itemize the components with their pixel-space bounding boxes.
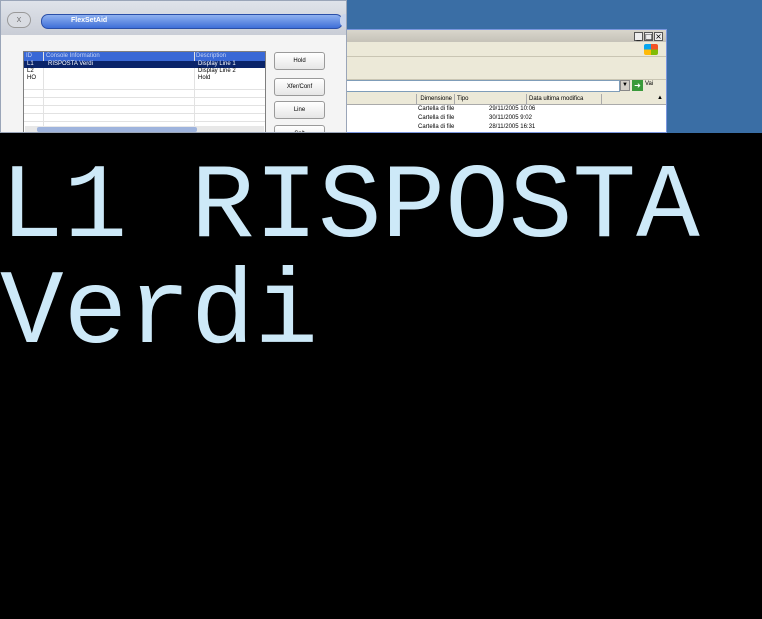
flexsetaid-window: X FlexSetAid ID Console Information Desc… <box>0 0 347 133</box>
desktop-screenshot: _ □ × ▼ ➜ Vai Dimensione Tipo Data ultim… <box>0 0 762 133</box>
display-line-2: Verdi <box>0 254 319 374</box>
minimize-button[interactable] <box>340 14 346 27</box>
maximize-button[interactable]: □ <box>644 32 653 41</box>
windows-logo-icon <box>644 44 658 55</box>
close-button[interactable]: × <box>654 32 663 41</box>
row-id: HO <box>27 75 36 81</box>
row-description: Hold <box>198 75 211 81</box>
console-display-overlay: L1 RISPOSTA Verdi <box>0 133 762 619</box>
close-button[interactable]: X <box>7 12 31 28</box>
row-id: L1 <box>27 61 34 67</box>
row-info: RISPOSTA Verdi <box>48 61 93 67</box>
file-type: Cartella di file <box>418 124 455 130</box>
list-row[interactable]: HO Hold <box>24 75 265 82</box>
display-line-1: L1 RISPOSTA <box>0 148 700 268</box>
explorer-titlebar: _ □ × <box>341 30 666 42</box>
column-header-description[interactable]: Description <box>196 52 226 61</box>
file-date: 29/11/2005 10:06 <box>489 106 536 112</box>
column-headers: Dimensione Tipo Data ultima modifica <box>341 94 666 105</box>
address-bar: ▼ ➜ Vai <box>341 80 666 92</box>
chevron-down-icon[interactable]: ▼ <box>620 80 630 91</box>
scrollbar-thumb[interactable] <box>37 127 197 132</box>
list-header: ID Console Information Description <box>24 52 265 61</box>
file-type: Cartella di file <box>418 106 455 112</box>
list-row[interactable]: L2 Display Line 2 <box>24 68 265 75</box>
minimize-button[interactable]: _ <box>634 32 643 41</box>
list-item[interactable]: Cartella di file 28/11/2005 16:31 <box>341 123 666 131</box>
file-type: Cartella di file <box>418 115 455 121</box>
address-input[interactable] <box>343 80 620 92</box>
file-date: 30/11/2005 9:02 <box>489 115 532 121</box>
flexsetaid-titlebar: X FlexSetAid <box>1 1 346 35</box>
menu-bar <box>341 42 666 57</box>
go-arrow-icon[interactable]: ➜ <box>632 80 643 91</box>
column-header-type[interactable]: Tipo <box>455 94 527 104</box>
file-date: 28/11/2005 16:31 <box>489 124 536 130</box>
file-list: Cartella di file 29/11/2005 10:06 Cartel… <box>341 105 666 132</box>
column-header-console-info[interactable]: Console Information <box>46 52 100 61</box>
window-title: FlexSetAid <box>71 17 108 24</box>
toolbar <box>341 57 666 80</box>
list-item[interactable]: Cartella di file 30/11/2005 9:02 <box>341 114 666 122</box>
line-button[interactable]: Line <box>274 101 325 119</box>
row-description: Display Line 2 <box>198 68 236 74</box>
go-button-label[interactable]: Vai <box>645 81 653 87</box>
column-header-id[interactable]: ID <box>26 52 32 61</box>
scroll-up-icon[interactable]: ▲ <box>656 94 664 103</box>
horizontal-scrollbar[interactable] <box>25 126 264 132</box>
split-button[interactable]: Splt <box>274 125 325 132</box>
file-explorer-window: _ □ × ▼ ➜ Vai Dimensione Tipo Data ultim… <box>340 29 667 133</box>
column-header-size[interactable]: Dimensione <box>417 94 455 104</box>
list-item[interactable]: Cartella di file 29/11/2005 10:06 <box>341 105 666 113</box>
hold-button[interactable]: Hold <box>274 52 325 70</box>
column-header-date[interactable]: Data ultima modifica <box>527 94 602 104</box>
xfer-conf-button[interactable]: Xfer/Conf <box>274 78 325 96</box>
row-description: Display Line 1 <box>198 61 236 67</box>
row-id: L2 <box>27 68 34 74</box>
column-header-name[interactable] <box>341 94 417 104</box>
list-row[interactable]: L1 RISPOSTA Verdi Display Line 1 <box>24 61 265 68</box>
console-info-list[interactable]: ID Console Information Description L1 RI… <box>23 51 266 132</box>
